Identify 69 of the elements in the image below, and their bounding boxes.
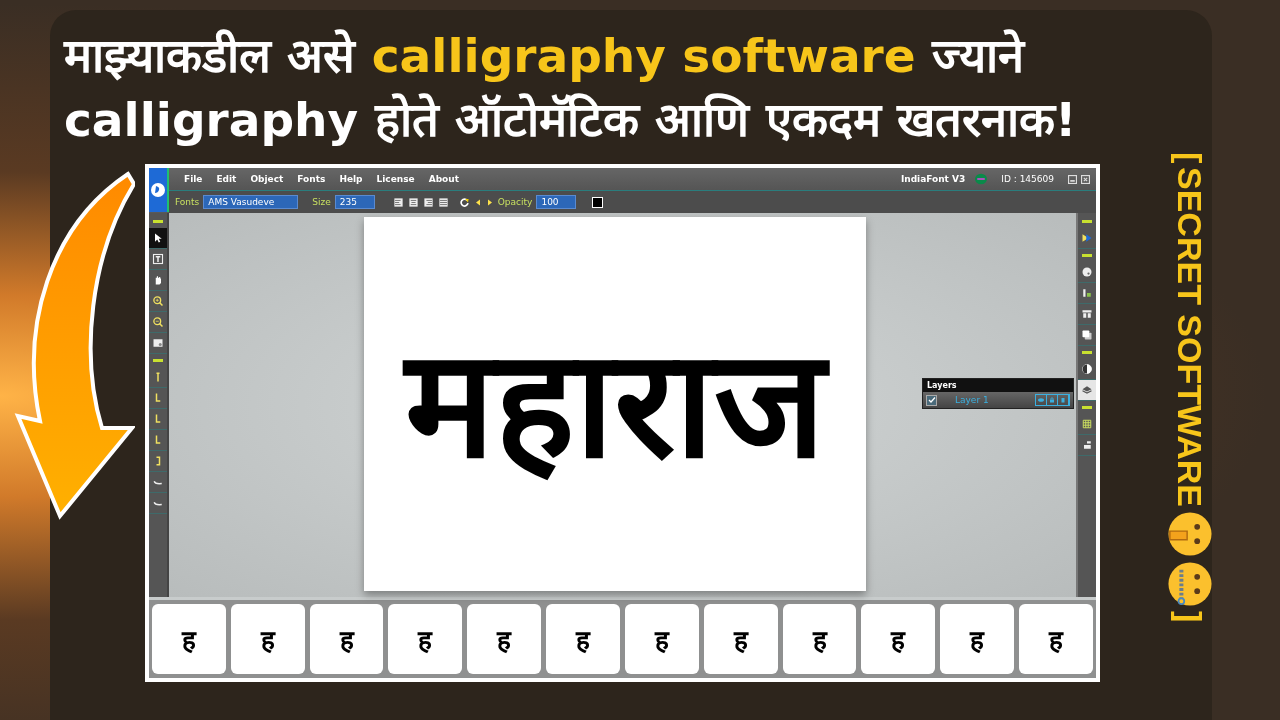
menu-item[interactable]: License bbox=[369, 174, 422, 184]
align-icon bbox=[1081, 439, 1093, 451]
font-label: Fonts bbox=[175, 197, 200, 207]
bracket-text: [ bbox=[1173, 152, 1207, 164]
palette-icon bbox=[1081, 266, 1093, 278]
layer-name: Layer 1 bbox=[955, 395, 989, 405]
glyph-variant-card[interactable]: ह bbox=[861, 604, 936, 674]
side-caption: SECRET SOFTWARE bbox=[1173, 167, 1207, 508]
menu-item[interactable]: Object bbox=[243, 174, 291, 184]
opacity-dropdown[interactable]: 100 bbox=[536, 195, 577, 209]
menu-item[interactable]: File bbox=[177, 174, 210, 184]
layer-action-button[interactable] bbox=[1047, 395, 1058, 405]
copy-icon bbox=[1081, 329, 1093, 341]
contrast-icon bbox=[1081, 363, 1093, 375]
layer-action-button[interactable] bbox=[1036, 395, 1047, 405]
glyph-variant-card[interactable]: ह bbox=[1019, 604, 1093, 674]
grid-icon bbox=[1081, 418, 1093, 430]
glyph-variant-card[interactable]: ह bbox=[782, 604, 857, 674]
glyph-variant-card[interactable]: ह bbox=[546, 604, 620, 674]
align-left-icon[interactable] bbox=[392, 196, 404, 208]
size-dropdown[interactable]: 235 bbox=[334, 195, 375, 209]
rotate-icon[interactable] bbox=[458, 196, 470, 208]
image-icon bbox=[152, 337, 164, 349]
glyph-variant-card[interactable]: ह bbox=[152, 604, 226, 674]
chart-icon bbox=[1081, 287, 1093, 299]
id-label: ID : 145609 bbox=[1001, 174, 1054, 184]
text-tool-icon bbox=[152, 253, 164, 265]
headline-text: माझ्याकडील असे calligraphy software ज्याने bbox=[64, 27, 1027, 85]
glyph-variant-card[interactable]: ह bbox=[309, 604, 384, 674]
menu-item[interactable]: Edit bbox=[209, 174, 244, 184]
close-icon[interactable] bbox=[1081, 174, 1090, 184]
window-button-icon[interactable] bbox=[1068, 174, 1077, 184]
headline-text: calligraphy होते ऑटोमॅटिक आणि एकदम खतरनाक! bbox=[64, 91, 1078, 149]
lock-icon bbox=[1048, 396, 1056, 404]
size-label: Size bbox=[312, 197, 331, 207]
color-swatch[interactable] bbox=[592, 196, 604, 208]
bracket-text: ] bbox=[1173, 611, 1207, 623]
glyph-variant-card[interactable]: ह bbox=[467, 604, 542, 674]
tool-button[interactable] bbox=[149, 228, 167, 249]
menu-item[interactable]: Fonts bbox=[290, 174, 333, 184]
menu-item[interactable]: Help bbox=[332, 174, 370, 184]
checkbox[interactable] bbox=[926, 394, 937, 406]
zoom-in-icon bbox=[152, 295, 164, 307]
columns-icon bbox=[1081, 308, 1093, 320]
pointer-icon bbox=[152, 232, 164, 244]
check-icon bbox=[927, 396, 936, 404]
glyph-variant-card[interactable]: ह bbox=[230, 604, 305, 674]
align-right-icon[interactable] bbox=[422, 196, 434, 208]
trash-icon bbox=[1059, 396, 1067, 404]
glyph-variant-card[interactable]: ह bbox=[624, 604, 699, 674]
calligraphy-text: महाराज bbox=[394, 291, 835, 517]
glyph-variant-card[interactable]: ह bbox=[940, 604, 1015, 674]
zipper-mouth-face-icon bbox=[1167, 561, 1213, 608]
font-field[interactable]: AMS Vasudeve bbox=[203, 195, 299, 209]
glyph-variant-card[interactable]: ह bbox=[703, 604, 778, 674]
align-center-icon[interactable] bbox=[407, 196, 419, 208]
shushing-face-icon bbox=[1167, 511, 1213, 558]
zoom-out-icon bbox=[152, 316, 164, 328]
tool-button[interactable] bbox=[1078, 380, 1096, 401]
opacity-label: Opacity bbox=[497, 197, 533, 207]
panel-title: Layers bbox=[923, 379, 1073, 392]
app-logo-icon[interactable] bbox=[149, 168, 169, 212]
glyph-variant-card[interactable]: ह bbox=[388, 604, 463, 674]
product-name: IndiaFont V3 bbox=[900, 174, 966, 184]
menu-item[interactable]: About bbox=[421, 174, 466, 184]
layers-icon bbox=[1081, 384, 1093, 396]
justify-icon[interactable] bbox=[437, 196, 449, 208]
brush-icon bbox=[1081, 232, 1093, 244]
eye-icon bbox=[1037, 396, 1045, 404]
